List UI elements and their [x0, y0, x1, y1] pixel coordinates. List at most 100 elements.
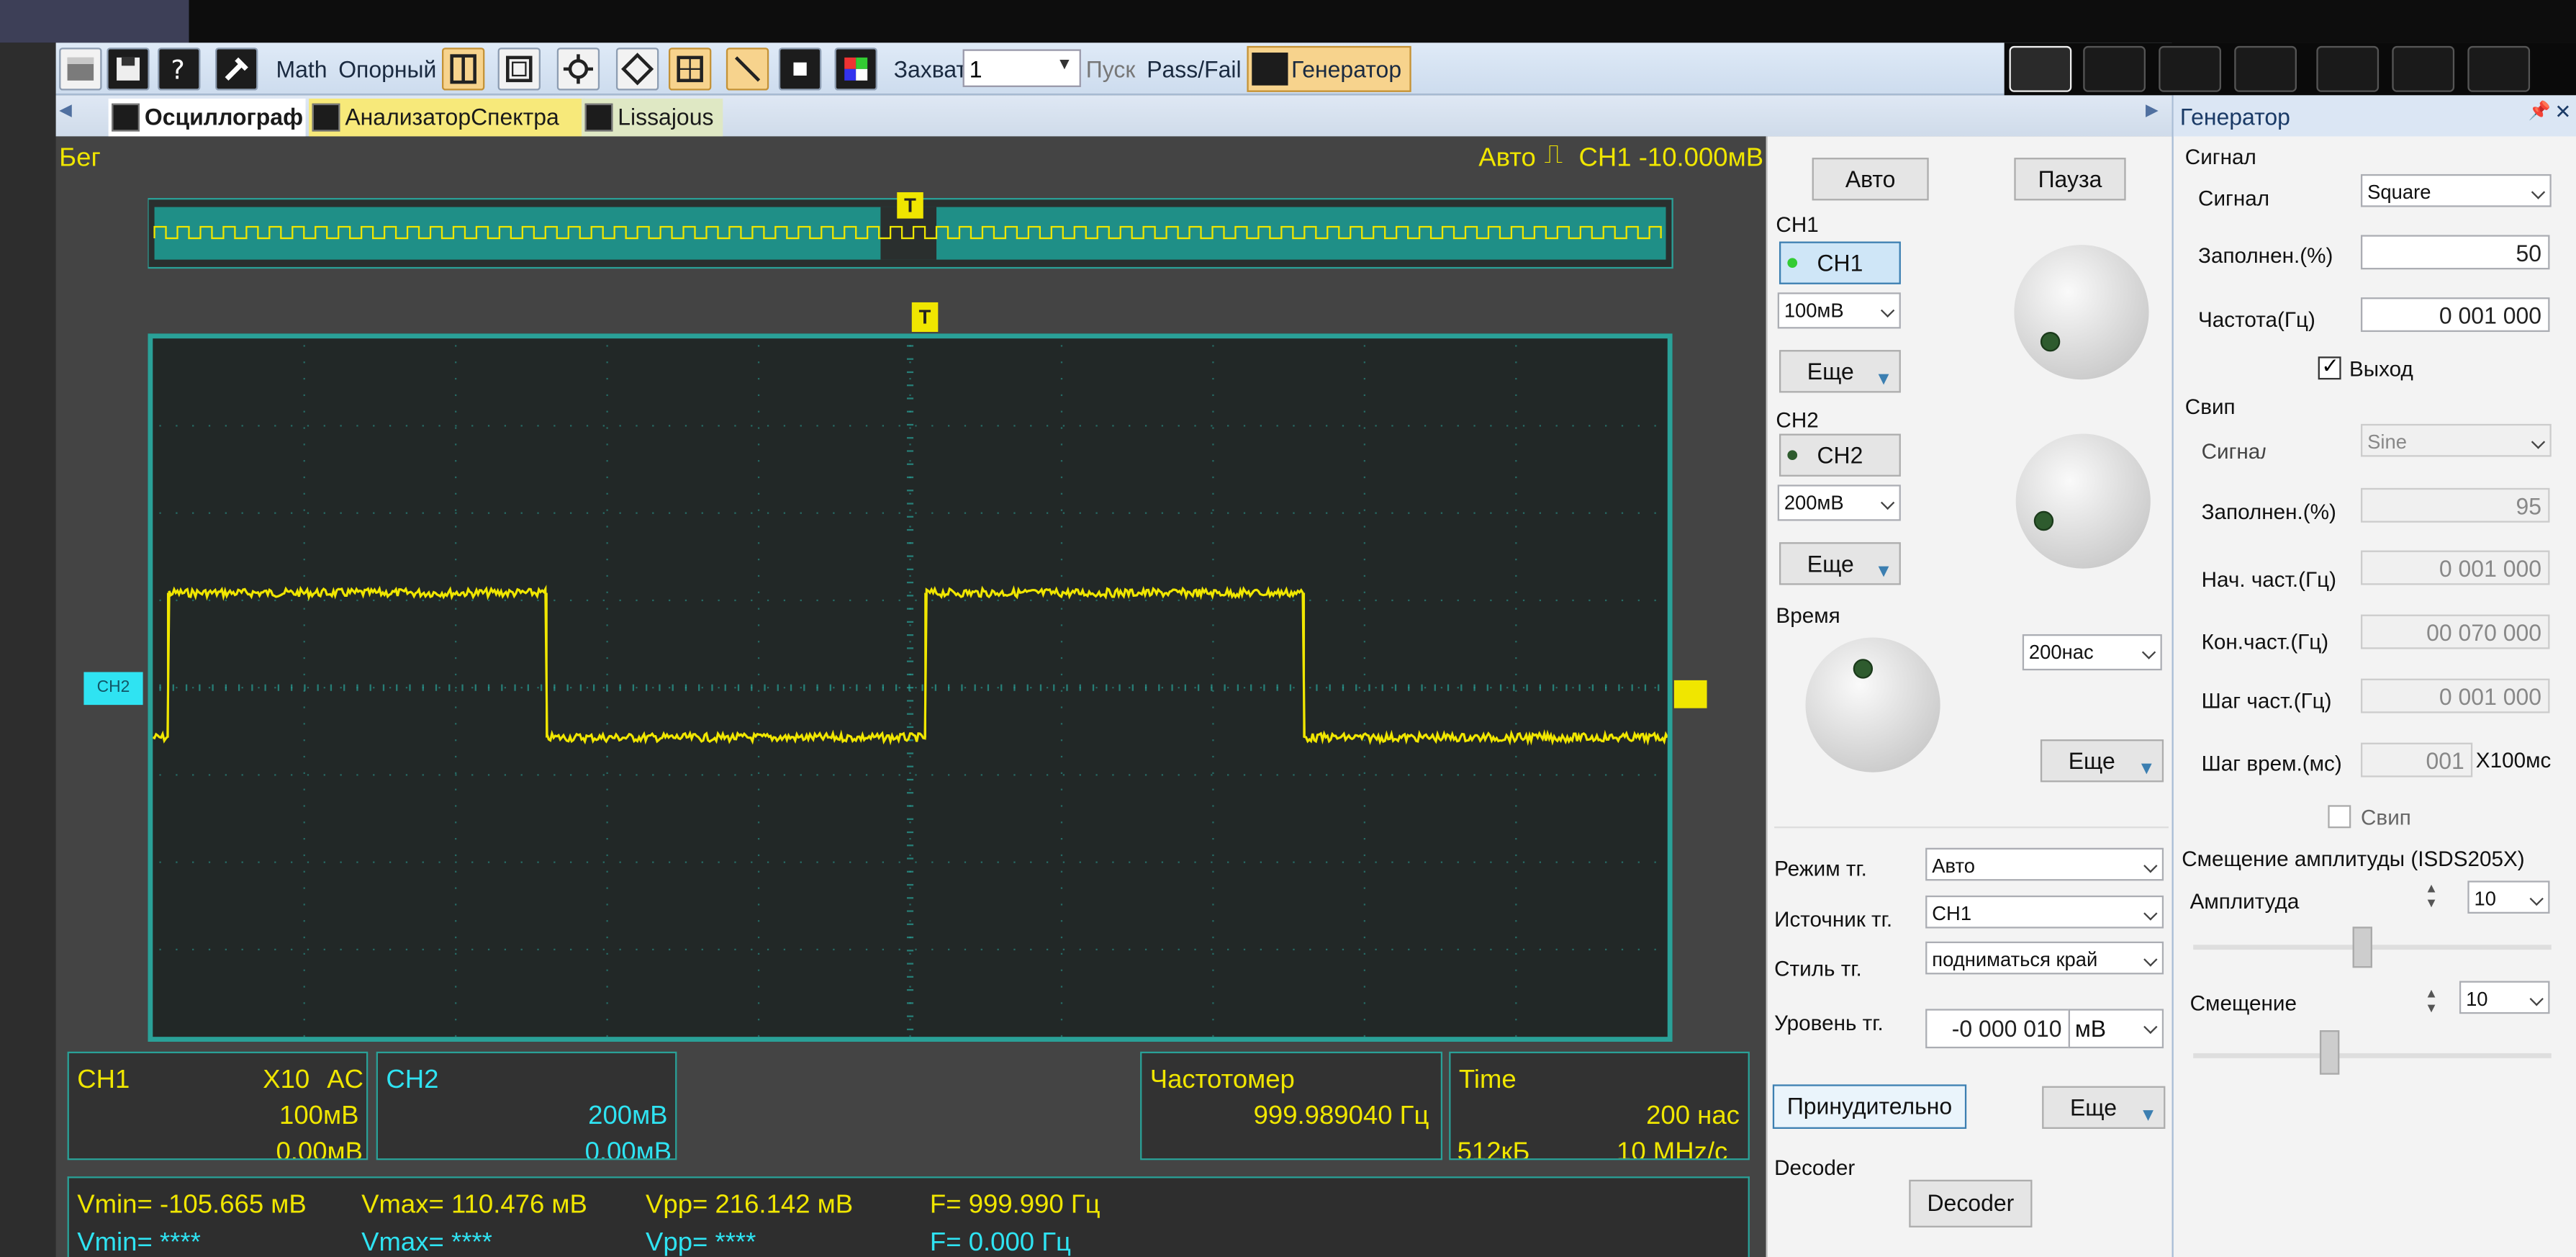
save-icon[interactable] [107, 48, 150, 91]
math-button[interactable]: Math [276, 56, 327, 83]
grid-dot [1326, 687, 1328, 689]
ch2-volts-select[interactable]: 200мВ [1777, 485, 1901, 521]
close-icon[interactable]: ✕ [2554, 100, 2571, 123]
center-tick [906, 857, 914, 860]
duty-input[interactable]: 50 [2360, 235, 2550, 270]
timebase-info-box[interactable]: Time 200 нас 512кБ 10 МНz/с [1449, 1051, 1750, 1161]
grid-dot [701, 948, 703, 951]
grid-dot [619, 599, 621, 602]
grid-dot [1363, 969, 1366, 971]
ch1-toggle-button[interactable]: CH1 [1779, 241, 1901, 284]
overview-trigger-marker[interactable]: T [897, 192, 923, 219]
decoder-button[interactable]: Decoder [1909, 1179, 2033, 1227]
center-tick [803, 684, 805, 691]
ch2-more-button[interactable]: Еще ▼ [1779, 542, 1901, 585]
amplitude-spin-icon[interactable]: ▲ ▼ [2425, 880, 2438, 910]
grid-dot [274, 861, 276, 863]
sweep-duty-input[interactable]: 95 [2360, 487, 2550, 523]
sweep-time-input[interactable]: 001 [2360, 742, 2473, 778]
trigger-unit-select[interactable]: мВ [2068, 1009, 2164, 1049]
grid-dot [757, 1035, 760, 1037]
logic-mode-icon[interactable] [2159, 45, 2221, 92]
grid-dot [1375, 774, 1377, 776]
sweep-end-input[interactable]: 00 070 000 [2360, 614, 2550, 649]
passfail-button[interactable]: Pass/Fail [1147, 56, 1241, 83]
center-tick [906, 621, 914, 623]
center-tick [906, 358, 914, 360]
trigger-level-input[interactable]: -0 000 010 [1925, 1009, 2070, 1049]
scope-mode-icon[interactable] [2009, 45, 2072, 92]
signal-select[interactable]: Square [2360, 174, 2552, 207]
grid-dot [1506, 687, 1509, 689]
sweep-checkbox[interactable] [2328, 805, 2351, 829]
line-icon[interactable] [726, 48, 769, 91]
ref-button[interactable]: Опорный [338, 56, 436, 83]
output-checkbox[interactable]: ✓ [2318, 353, 2341, 380]
trigger-more-button[interactable]: Еще ▼ [2042, 1086, 2166, 1129]
tab-spectrum[interactable]: АнализаторСпектра [309, 98, 585, 137]
ch1-volts-select[interactable]: 100мВ [1777, 292, 1901, 329]
cursor-vertical-icon[interactable] [442, 48, 485, 91]
trigger-level-marker[interactable] [1673, 680, 1707, 708]
trigger-position-marker[interactable]: T [911, 302, 939, 333]
sweep-start-input[interactable]: 0 001 000 [2360, 550, 2550, 585]
record-mode-icon[interactable] [2316, 45, 2380, 92]
grid-dot [1363, 837, 1366, 840]
tab-lissajous[interactable]: Lissajous [582, 98, 723, 137]
generator-button[interactable]: Генератор [1247, 45, 1411, 92]
help-icon[interactable]: ? [158, 48, 201, 91]
ch1-more-button[interactable]: Еще ▼ [1779, 350, 1901, 393]
frequency-input[interactable]: 0 001 000 [2360, 297, 2550, 333]
timebase-select[interactable]: 200нас [2022, 634, 2162, 671]
sweep-signal-select[interactable]: Sine [2360, 423, 2552, 457]
window-icon[interactable] [497, 48, 541, 91]
center-tick [906, 410, 914, 413]
grid-dot [422, 774, 424, 776]
sweep-step-input[interactable]: 0 001 000 [2360, 678, 2550, 713]
center-tick [906, 713, 914, 715]
grid-icon[interactable] [668, 48, 712, 91]
ch2-volts-knob[interactable] [2015, 433, 2151, 569]
trigger-style-select[interactable]: подниматься край [1925, 941, 2164, 975]
offset-select[interactable]: 10 [2459, 981, 2550, 1014]
ch2-info-box[interactable]: CH2 200мВ 0.00мВ [376, 1051, 677, 1161]
colors-icon[interactable] [834, 48, 877, 91]
spectrum-mode-icon[interactable] [2083, 45, 2146, 92]
offset-spin-icon[interactable]: ▲ ▼ [2425, 986, 2438, 1015]
auto-button[interactable]: Авто [1812, 158, 1929, 201]
grid-dot [1211, 425, 1213, 427]
grid-dot [1605, 512, 1607, 514]
trigger-source-select[interactable]: CH1 [1925, 895, 2164, 929]
time-more-button[interactable]: Еще ▼ [2040, 739, 2164, 783]
pause-button[interactable]: Пауза [2014, 158, 2126, 201]
amplitude-select[interactable]: 10 [2467, 880, 2550, 914]
ch2-toggle-button[interactable]: CH2 [1779, 433, 1901, 477]
offset-slider-thumb[interactable] [2319, 1030, 2340, 1075]
generator-mode-icon[interactable] [2392, 45, 2455, 92]
amplitude-slider-thumb[interactable] [2352, 927, 2372, 968]
timebase-knob[interactable] [1805, 637, 1940, 772]
tab-oscilloscope[interactable]: Осциллограф [108, 98, 306, 137]
new-icon[interactable] [59, 48, 102, 91]
waveform-display[interactable] [148, 333, 1673, 1042]
run-button[interactable]: Пуск [1086, 56, 1136, 83]
trigger-mode-select[interactable]: Авто [1925, 847, 2164, 881]
stop-icon[interactable] [778, 48, 822, 91]
tab-scroll-left-icon[interactable]: ◀ [59, 102, 72, 120]
force-trigger-button[interactable]: Принудительно [1772, 1084, 1967, 1129]
pulse-mode-icon[interactable] [2234, 45, 2297, 92]
grid-dot [356, 425, 358, 427]
frequency-counter-box[interactable]: Частотомер 999.989040 Гц [1140, 1051, 1443, 1161]
tab-scroll-right-icon[interactable]: ▶ [2146, 102, 2159, 120]
auto-set-icon[interactable] [556, 48, 600, 91]
hammer-icon[interactable] [215, 48, 258, 91]
tag-icon[interactable] [615, 48, 659, 91]
ch2-level-marker[interactable]: CH2 [83, 672, 143, 706]
grid-dot [303, 608, 305, 610]
ch1-volts-knob[interactable] [2014, 245, 2149, 380]
pin-icon[interactable]: 📌 [2528, 100, 2551, 122]
capture-dropdown-icon[interactable]: ▼ [1057, 56, 1073, 74]
bode-mode-icon[interactable] [2467, 45, 2531, 92]
grid-dot [455, 509, 457, 511]
ch1-info-box[interactable]: CH1 X10 AC 100мВ 0.00мВ [67, 1051, 369, 1161]
